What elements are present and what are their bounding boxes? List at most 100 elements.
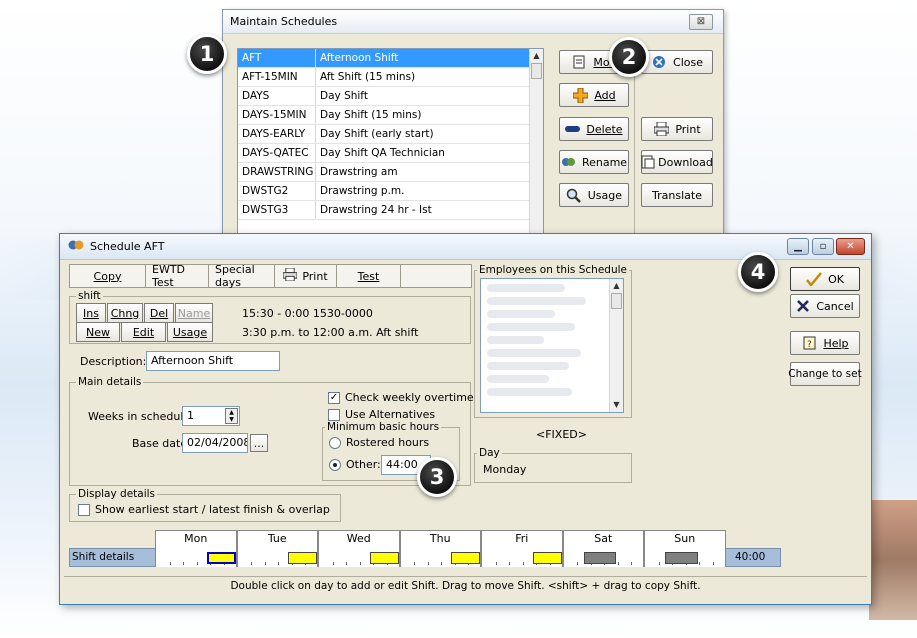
maximize-button[interactable]: ▫ (812, 238, 834, 255)
print-button[interactable]: Print (641, 117, 713, 141)
download-label: Download (658, 155, 713, 169)
base-date-input[interactable]: 02/04/2008 (182, 433, 248, 453)
rename-button[interactable]: Rename (559, 150, 629, 174)
shift-bar[interactable] (532, 552, 562, 564)
shift-total-hours: 40:00 (735, 551, 766, 563)
schedule-list-row[interactable]: DRAWSTRING Drawstring am (238, 163, 543, 182)
schedule-list-row[interactable]: DAYS Day Shift (238, 87, 543, 106)
weekend-shift-bar[interactable] (665, 552, 698, 564)
schedule-print-button[interactable]: Print (275, 265, 337, 287)
special-days-button[interactable]: Special days (209, 263, 275, 289)
day-legend: Day (477, 447, 502, 459)
rename-icon (561, 155, 576, 169)
edit-button[interactable]: Edit (121, 322, 166, 342)
window-close-button[interactable]: ✕ (836, 238, 865, 255)
close-button[interactable]: Close (641, 50, 713, 74)
shift-bar-selected[interactable] (206, 552, 236, 564)
schedule-code: AFT (238, 49, 316, 67)
minus-icon (565, 122, 581, 136)
new-button[interactable]: New (76, 322, 120, 342)
minimize-button[interactable]: ▁ (787, 238, 809, 255)
copy-button[interactable]: Copy (70, 265, 146, 287)
shift-usage-button[interactable]: Usage (167, 322, 213, 342)
day-slot-sat[interactable] (562, 548, 644, 567)
test-button[interactable]: Test (337, 265, 401, 287)
schedule-list-row[interactable]: DWSTG2 Drawstring p.m. (238, 182, 543, 201)
hour-tick (495, 562, 497, 565)
scroll-thumb[interactable] (611, 293, 622, 309)
hour-tick (251, 562, 253, 565)
day-slot-wed[interactable] (318, 548, 400, 567)
add-button[interactable]: Add (559, 83, 629, 107)
scroll-up-icon[interactable]: ▲ (530, 49, 543, 63)
hour-tick (332, 562, 334, 565)
schedule-list-row[interactable]: DAYS-QATEC Day Shift QA Technician (238, 144, 543, 163)
hour-tick (414, 562, 416, 565)
shift-usage-label: Usage (172, 325, 208, 339)
show-earliest-checkbox[interactable]: Show earliest start / latest finish & ov… (78, 503, 330, 516)
hour-tick (631, 562, 633, 565)
check-weekly-overtime-checkbox[interactable]: ✓ Check weekly overtime (328, 391, 474, 404)
chng-button[interactable]: Chng (107, 303, 143, 323)
delete-label: Delete (586, 122, 623, 136)
rostered-hours-label: Rostered hours (346, 436, 430, 449)
maintain-close-x-button[interactable]: ⊠ (689, 14, 713, 30)
day-slot-thu[interactable] (399, 548, 481, 567)
day-value: Monday (483, 463, 527, 476)
change-to-set-label: Change to set (788, 368, 862, 380)
weeks-spinner[interactable]: 1 ▲ ▼ (182, 406, 240, 426)
schedule-list-row[interactable]: DAYS-EARLY Day Shift (early start) (238, 125, 543, 144)
use-alternatives-label: Use Alternatives (345, 408, 436, 421)
schedule-list-scrollbar[interactable]: ▲ (529, 49, 543, 235)
help-button[interactable]: ? Help (790, 331, 860, 355)
shift-bar[interactable] (451, 552, 481, 564)
close-door-icon (651, 55, 667, 69)
cancel-button[interactable]: Cancel (790, 294, 860, 318)
scroll-thumb[interactable] (531, 63, 542, 79)
unchecked-box-icon (328, 408, 340, 421)
ins-button[interactable]: Ins (76, 303, 106, 323)
description-input[interactable]: Afternoon Shift (146, 351, 280, 371)
employees-legend: Employees on this Schedule (477, 264, 629, 276)
del-label: Del (149, 306, 169, 320)
del-button[interactable]: Del (144, 303, 174, 323)
schedule-list-row[interactable]: AFT Afternoon Shift (238, 49, 543, 68)
background-photo (869, 500, 917, 620)
shift-details-grid: Shift details 40:00 Mon Tue Wed Thu Fri Sat Su… (69, 530, 781, 570)
use-alternatives-checkbox[interactable]: Use Alternatives (328, 408, 435, 421)
schedule-print-label: Print (302, 269, 328, 283)
day-slot-mon[interactable] (155, 548, 237, 567)
schedule-name: Afternoon Shift (320, 52, 399, 64)
day-slot-fri[interactable] (481, 548, 563, 567)
name-button[interactable]: Name (175, 303, 213, 323)
delete-button[interactable]: Delete (559, 117, 629, 141)
ewtd-test-button[interactable]: EWTD Test (146, 263, 209, 289)
schedule-list-row[interactable]: DWSTG3 Drawstring 24 hr - Ist (238, 201, 543, 220)
schedule-list-row[interactable]: AFT-15MIN Aft Shift (15 mins) (238, 68, 543, 87)
spinner-arrows-icon[interactable]: ▲ ▼ (225, 408, 238, 424)
day-slot-tue[interactable] (236, 548, 318, 567)
day-slot-sun[interactable] (644, 548, 726, 567)
rostered-hours-radio[interactable]: Rostered hours (329, 436, 429, 449)
employees-scrollbar[interactable]: ▲ ▼ (609, 279, 623, 412)
edit-label: Edit (132, 325, 155, 339)
scroll-down-icon[interactable]: ▼ (610, 398, 623, 412)
download-button[interactable]: Download (641, 150, 713, 174)
ok-button[interactable]: OK (790, 267, 860, 291)
weekend-shift-bar[interactable] (583, 552, 617, 564)
shift-bar[interactable] (288, 552, 318, 564)
schedule-code: DAYS (238, 87, 316, 105)
change-to-set-button[interactable]: Change to set (788, 362, 862, 386)
fixed-label: <FIXED> (536, 428, 587, 441)
employees-list[interactable]: ▲ ▼ (480, 278, 624, 413)
schedule-list[interactable]: AFT Afternoon Shift AFT-15MIN Aft Shift (15… (237, 48, 544, 236)
special-days-label: Special days (215, 263, 255, 289)
other-radio[interactable]: Other: (329, 458, 381, 471)
shift-bar[interactable] (369, 552, 399, 564)
base-date-browse-button[interactable]: ... (250, 434, 268, 452)
scroll-up-icon[interactable]: ▲ (610, 279, 623, 293)
translate-button[interactable]: Translate (641, 183, 713, 207)
schedule-list-row[interactable]: DAYS-15MIN Day Shift (15 mins) (238, 106, 543, 125)
usage-button[interactable]: Usage (559, 183, 629, 207)
printer-icon (653, 122, 669, 136)
